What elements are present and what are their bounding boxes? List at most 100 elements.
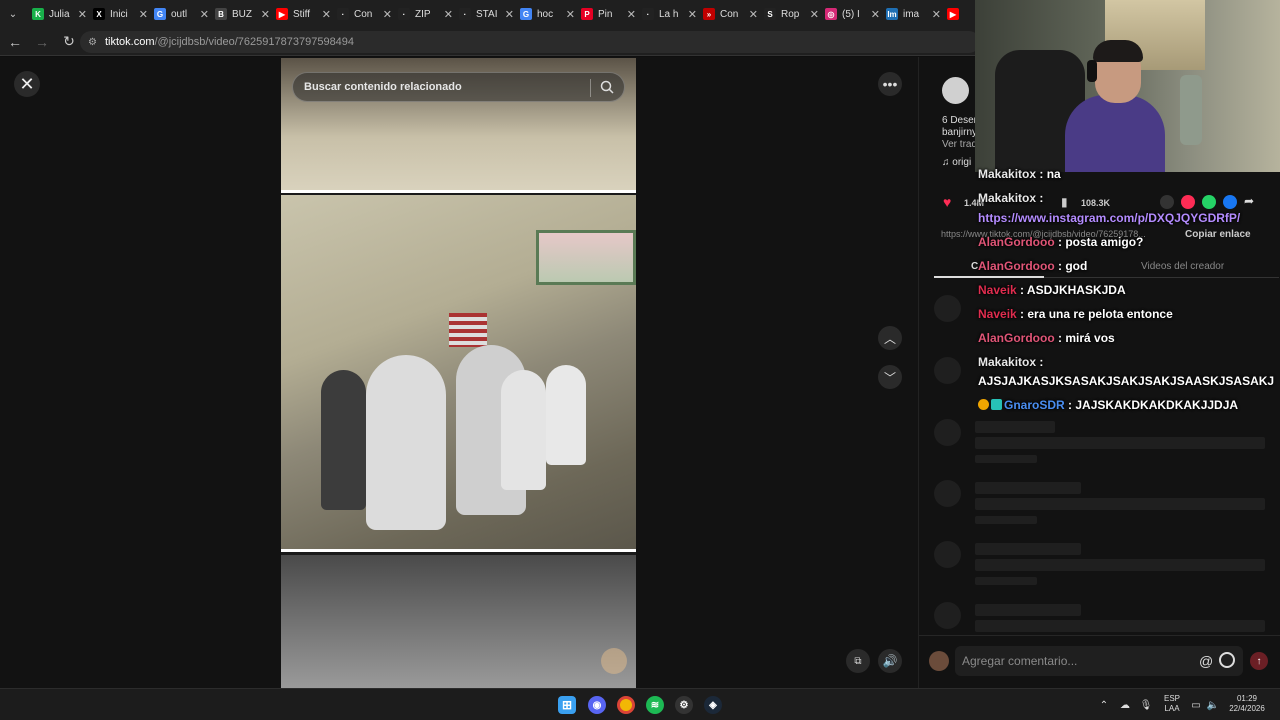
tab-close-icon[interactable]: ✕ xyxy=(566,8,575,21)
clock-date: 22/4/2026 xyxy=(1229,704,1265,713)
tab-close-icon[interactable]: ✕ xyxy=(871,8,880,21)
browser-tab[interactable]: · ZIP ✕ xyxy=(392,0,453,28)
reload-button[interactable]: ↻ xyxy=(57,30,81,54)
skeleton-line xyxy=(975,620,1265,632)
chat-text: : JAJSKAKDKAKDKAKJJDJA xyxy=(1068,398,1239,412)
tab-label: La h xyxy=(659,8,679,20)
music-label[interactable]: ♫ origi xyxy=(942,157,971,168)
tab-favicon-icon: B xyxy=(215,8,227,20)
browser-tab[interactable]: Goutl ✕ xyxy=(148,0,209,28)
tab-close-icon[interactable]: ✕ xyxy=(444,8,453,21)
description-line-1: 6 Deser xyxy=(942,115,978,126)
tab-label: ima xyxy=(903,8,920,20)
like-icon[interactable]: ♥ xyxy=(943,194,951,210)
site-info-icon[interactable]: ⚙ xyxy=(88,37,97,48)
badge-icon xyxy=(991,399,1002,410)
browser-tab[interactable]: Ghoc ✕ xyxy=(514,0,575,28)
tab-favicon-icon: ▶ xyxy=(947,8,959,20)
more-options-button[interactable]: ••• xyxy=(878,72,902,96)
tab-favicon-icon: S xyxy=(764,8,776,20)
steam-app-icon[interactable]: ◈ xyxy=(704,696,722,714)
translate-link[interactable]: Ver trad xyxy=(942,139,977,150)
chat-username: Makakitox xyxy=(978,167,1037,181)
chat-message: AlanGordooo : god xyxy=(978,259,1087,273)
chat-text: : ASDJKHASKJDA xyxy=(1020,283,1126,297)
forward-button[interactable]: → xyxy=(30,30,54,54)
skeleton-avatar xyxy=(934,480,961,507)
mention-icon[interactable]: @ xyxy=(1199,653,1213,669)
back-button[interactable]: ← xyxy=(3,30,27,54)
onedrive-icon[interactable]: ☁ xyxy=(1119,699,1131,711)
tab-close-icon[interactable]: ✕ xyxy=(688,8,697,21)
tab-close-icon[interactable]: ✕ xyxy=(200,8,209,21)
browser-tab[interactable]: · La h ✕ xyxy=(636,0,697,28)
browser-tab[interactable]: · STAI ✕ xyxy=(453,0,514,28)
tab-favicon-icon: · xyxy=(337,8,349,20)
tab-label: ZIP xyxy=(415,8,431,20)
microphone-icon[interactable]: 🎙 xyxy=(1140,699,1153,711)
previous-video-button[interactable]: ︿ xyxy=(878,326,902,350)
comment-placeholder: Agregar comentario... xyxy=(962,654,1078,668)
browser-tab[interactable]: Im ima ✕ xyxy=(880,0,941,28)
pip-button[interactable]: ⧉ xyxy=(846,649,870,673)
browser-tab[interactable]: B BUZ ✕ xyxy=(209,0,270,28)
tab-close-icon[interactable]: ✕ xyxy=(505,8,514,21)
tab-search-dropdown[interactable]: ⌄ xyxy=(0,0,26,28)
volume-tray-icon[interactable]: 🔈 xyxy=(1207,699,1219,711)
search-icon[interactable] xyxy=(600,80,614,94)
tab-close-icon[interactable]: ✕ xyxy=(383,8,392,21)
tray-expand-icon[interactable]: ⌃ xyxy=(1098,699,1110,711)
webcam-headset xyxy=(1087,60,1097,82)
skeleton-line xyxy=(975,482,1081,494)
related-search-input[interactable]: Buscar contenido relacionado xyxy=(292,72,625,102)
close-button[interactable]: ✕ xyxy=(14,71,40,97)
address-bar[interactable]: ⚙ tiktok.com/@jcijdbsb/video/76259178737… xyxy=(80,31,980,53)
tab-close-icon[interactable]: ✕ xyxy=(932,8,941,21)
browser-tab[interactable]: X Inici ✕ xyxy=(87,0,148,28)
browser-tab[interactable]: S Rop ✕ xyxy=(758,0,819,28)
tab-favicon-icon: ◎ xyxy=(825,8,837,20)
tab-close-icon[interactable]: ✕ xyxy=(749,8,758,21)
tab-close-icon[interactable]: ✕ xyxy=(810,8,819,21)
skeleton-avatar xyxy=(934,419,961,446)
send-button[interactable]: ↑ xyxy=(1250,652,1268,670)
browser-tab[interactable]: » Con ✕ xyxy=(697,0,758,28)
comment-bar: Agregar comentario... @ ↑ xyxy=(919,635,1280,688)
emoji-icon[interactable] xyxy=(1219,652,1235,668)
browser-tab[interactable]: · Con ✕ xyxy=(331,0,392,28)
network-icon[interactable]: ▭ xyxy=(1190,699,1202,711)
settings-app-icon[interactable]: ⚙ xyxy=(675,696,693,714)
chat-username: AlanGordooo xyxy=(978,331,1055,345)
clock[interactable]: 01:29 22/4/2026 xyxy=(1224,694,1270,714)
browser-tab[interactable]: ◎ (5) I ✕ xyxy=(819,0,880,28)
keyboard-language[interactable]: ESP LAA xyxy=(1160,694,1184,714)
tab-close-icon[interactable]: ✕ xyxy=(627,8,636,21)
tab-favicon-icon: K xyxy=(32,8,44,20)
skeleton-line xyxy=(975,604,1081,616)
chat-text: : xyxy=(1039,191,1044,205)
tab-close-icon[interactable]: ✕ xyxy=(322,8,331,21)
discord-app-icon[interactable]: ◉ xyxy=(588,696,606,714)
tab-close-icon[interactable]: ✕ xyxy=(139,8,148,21)
browser-tab[interactable]: P Pin ✕ xyxy=(575,0,636,28)
tab-label: Stiff xyxy=(293,8,311,20)
badge-icon xyxy=(978,399,989,410)
skeleton-line xyxy=(975,455,1037,463)
tabs-container: K Julia ✕ X Inici ✕ Goutl ✕ B BUZ ✕ ▶ Stiff ✕ · Con ✕ · ZI… xyxy=(26,0,1002,28)
spotify-app-icon[interactable]: ≋ xyxy=(646,696,664,714)
video-frame-bottom xyxy=(281,555,636,688)
search-placeholder: Buscar contenido relacionado xyxy=(304,81,462,93)
stream-chat-overlay: Makakitox : na Makakitox : https://www.ins… xyxy=(975,165,1280,417)
creator-avatar[interactable] xyxy=(942,77,969,104)
chrome-app-icon[interactable] xyxy=(617,696,635,714)
tab-close-icon[interactable]: ✕ xyxy=(78,8,87,21)
browser-tab[interactable]: ▶ Stiff ✕ xyxy=(270,0,331,28)
next-video-button[interactable]: ﹀ xyxy=(878,365,902,389)
start-button[interactable]: ⊞ xyxy=(558,696,576,714)
video-player[interactable]: Buscar contenido relacionado xyxy=(281,58,636,688)
tab-close-icon[interactable]: ✕ xyxy=(261,8,270,21)
chat-text[interactable]: https://www.instagram.com/p/DXQJQYGDRfP/ xyxy=(978,211,1240,225)
browser-tab[interactable]: K Julia ✕ xyxy=(26,0,87,28)
volume-button[interactable]: 🔊 xyxy=(878,649,902,673)
skeleton-avatar xyxy=(934,295,961,322)
